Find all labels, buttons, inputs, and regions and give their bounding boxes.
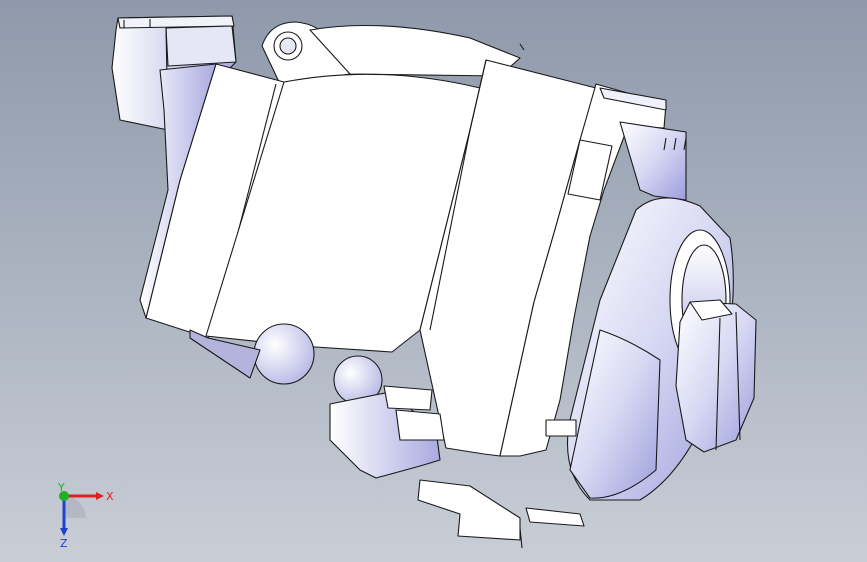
model-body	[111, 15, 757, 549]
y-axis-label: Y	[57, 481, 65, 494]
3d-model[interactable]	[0, 0, 867, 562]
graphics-viewport[interactable]: X Y Z	[0, 0, 867, 562]
x-axis-arrow	[96, 492, 104, 500]
x-axis-label: X	[106, 490, 114, 503]
hex-nut	[675, 301, 757, 453]
knob-left	[253, 323, 315, 385]
z-axis-label: Z	[60, 537, 68, 550]
z-axis-arrow	[60, 528, 68, 536]
view-triad[interactable]: X Y Z	[40, 480, 120, 550]
bottom-clip	[417, 479, 521, 541]
